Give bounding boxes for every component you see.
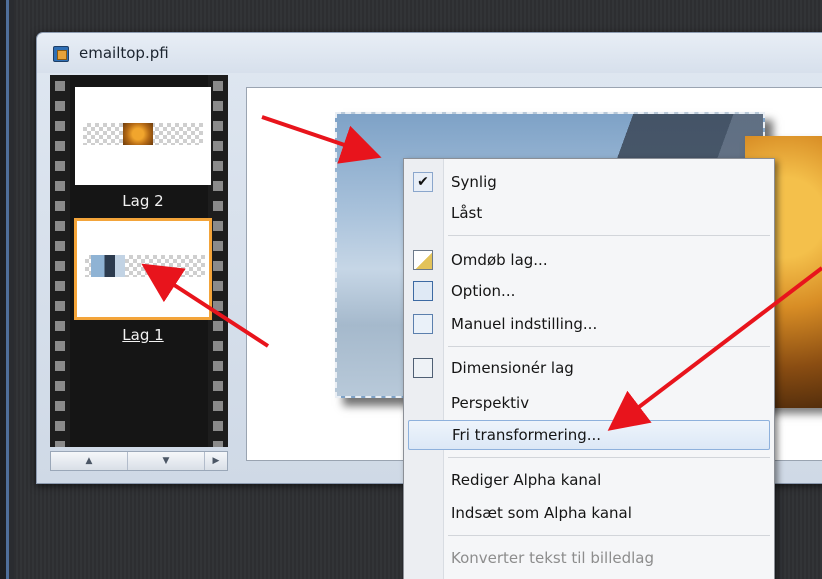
layer-context-menu: ✔ Synlig Låst Omdøb lag... Option... Man… [403,158,775,579]
app-left-edge [0,0,14,579]
menu-separator [448,535,770,536]
resize-layer-icon [413,358,433,378]
menu-item-perspektiv[interactable]: Perspektiv [408,388,770,418]
menu-item-konverter-tekst: Konverter tekst til billedlag [451,549,654,567]
manual-settings-icon [413,314,433,334]
menu-item-fri-transformering[interactable]: Fri transformering... [408,420,770,450]
menu-item-manuel-indstilling[interactable]: Manuel indstilling... [408,309,770,339]
layer-thumbnail-lag-2[interactable] [75,87,211,185]
layer-2-image-preview [123,123,153,145]
scroll-up-button[interactable]: ▲ [51,452,128,470]
menu-separator [448,346,770,347]
transparency-checker [85,255,205,277]
menu-item-option[interactable]: Option... [408,276,770,306]
menu-item-synlig[interactable]: ✔ Synlig [408,167,770,197]
menu-separator [448,457,770,458]
layer-label-lag-1[interactable]: Lag 1 [75,326,211,344]
menu-item-last[interactable]: Låst [408,198,770,228]
transparency-checker [83,123,203,145]
layer-1-image-preview [91,255,125,277]
layer-label-lag-2[interactable]: Lag 2 [75,192,211,210]
scroll-down-button[interactable]: ▼ [128,452,205,470]
document-icon [53,46,69,62]
layer-panel-scrollbar[interactable]: ▲ ▼ ▶ [50,451,228,471]
menu-item-indsaet-som-alpha-kanal[interactable]: Indsæt som Alpha kanal [408,498,770,528]
scroll-right-button[interactable]: ▶ [205,452,227,470]
menu-item-rediger-alpha-kanal[interactable]: Rediger Alpha kanal [408,465,770,495]
document-title: emailtop.pfi [79,44,169,62]
menu-item-dimensioner-lag[interactable]: Dimensionér lag [408,353,770,383]
menu-separator [448,235,770,236]
film-sprocket-left [50,75,70,447]
check-icon: ✔ [413,172,433,192]
rename-icon [413,250,433,270]
menu-item-omdob-lag[interactable]: Omdøb lag... [408,245,770,275]
layer-thumbnail-lag-1[interactable] [74,218,212,320]
option-icon [413,281,433,301]
layer-panel: Lag 2 Lag 1 [50,75,228,447]
document-titlebar[interactable]: emailtop.pfi [37,33,822,73]
